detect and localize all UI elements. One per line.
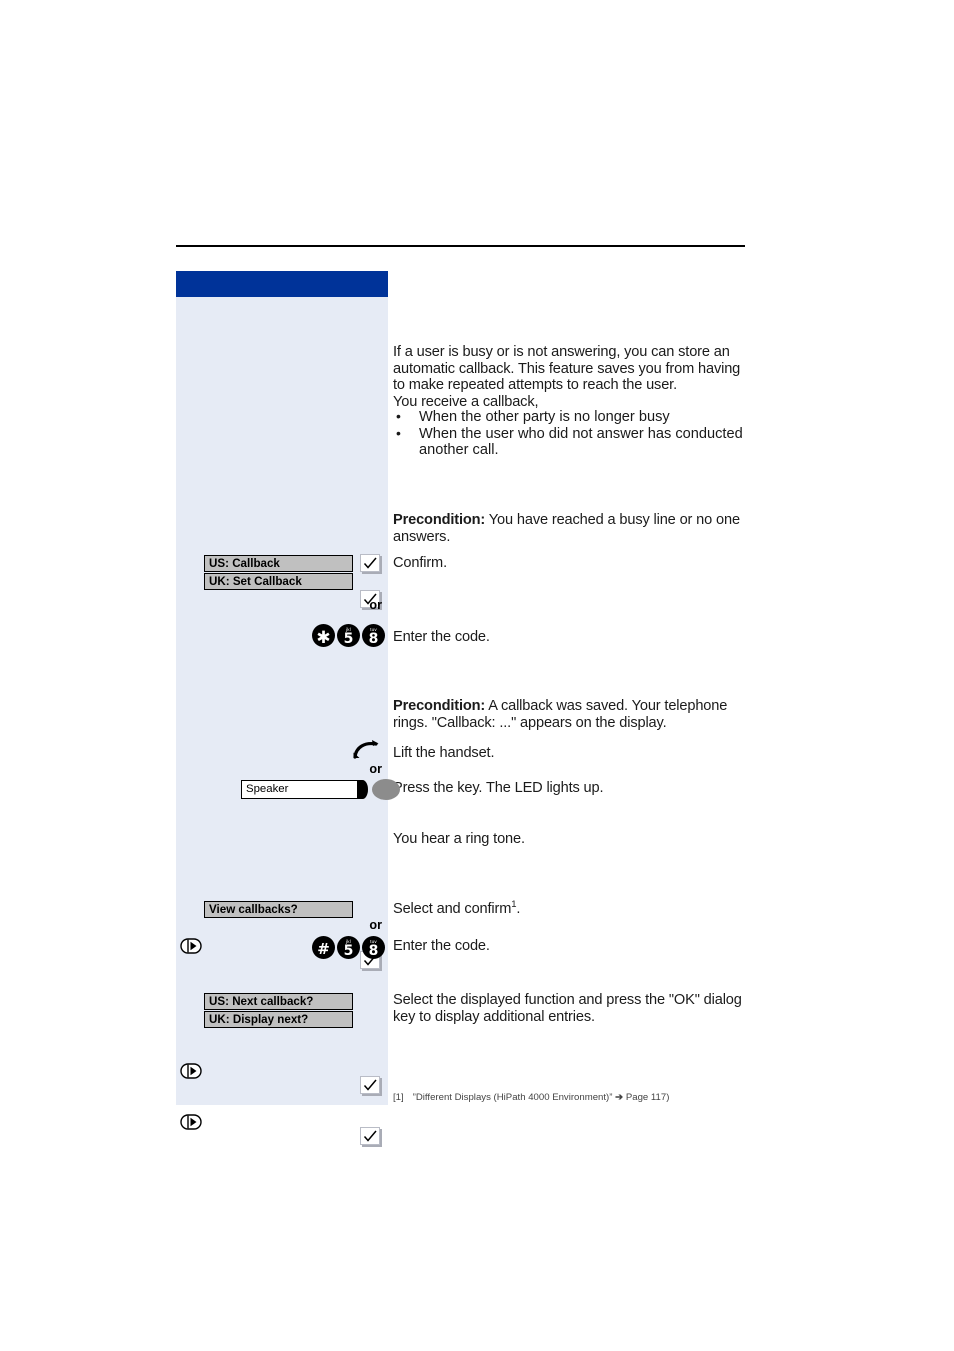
page-top-rule — [176, 245, 745, 247]
keypad-key-5[interactable]: jkl 5 — [337, 936, 360, 959]
lift-handset-instruction: Lift the handset. — [393, 745, 495, 761]
function-key-speaker[interactable]: Speaker — [241, 779, 400, 800]
display-key-label[interactable]: View callbacks? — [204, 901, 353, 918]
precondition-1-paragraph: Precondition: You have reached a busy li… — [393, 512, 753, 545]
check-icon — [363, 1130, 377, 1142]
led-indicator-icon — [357, 780, 368, 799]
select-displayed-function-instruction: Select the displayed function and press … — [393, 992, 742, 1025]
ok-dialog-key-us-callback[interactable] — [360, 554, 380, 572]
document-page: If a user is busy or is not answering, y… — [0, 0, 954, 1351]
keypad-code-hash-5-8-row[interactable]: # jkl 5 tuv 8 — [312, 936, 385, 959]
ok-dialog-key-us-next-callback[interactable] — [360, 1076, 380, 1094]
keypad-key-glyph: # — [317, 940, 330, 958]
keypad-key-glyph: ✱ — [316, 628, 331, 648]
precondition-label: Precondition: — [393, 698, 486, 714]
list-item: When the user who did not answer has con… — [393, 425, 753, 459]
intro-paragraph-block: If a user is busy or is not answering, y… — [393, 344, 753, 410]
keypad-key-glyph: 5 — [343, 631, 354, 647]
display-key-view-callbacks[interactable]: View callbacks? — [204, 901, 353, 918]
check-icon — [363, 557, 377, 569]
receive-callback-lead: You receive a callback, — [393, 393, 539, 410]
keypad-key-glyph: 8 — [368, 943, 379, 959]
confirm-instruction: Confirm. — [393, 555, 447, 571]
ok-dialog-key-uk-display-next[interactable] — [360, 1127, 380, 1145]
keypad-key-5[interactable]: jkl 5 — [337, 624, 360, 647]
enter-code-instruction-2: Enter the code. — [393, 938, 490, 954]
keypad-key-glyph: 5 — [343, 943, 354, 959]
navigation-rocker-icon[interactable] — [180, 938, 202, 954]
or-connector-2: or — [369, 762, 382, 776]
enter-code-instruction-1: Enter the code. — [393, 629, 490, 645]
intro-paragraph: If a user is busy or is not answering, y… — [393, 344, 741, 394]
display-key-uk-display-next[interactable]: UK: Display next? — [204, 1011, 353, 1028]
keypad-key-8[interactable]: tuv 8 — [362, 936, 385, 959]
arrow-icon: ➔ — [615, 1092, 624, 1103]
function-key-label[interactable]: Speaker — [241, 780, 358, 799]
or-connector-1: or — [369, 598, 382, 612]
footnote: [1] ”Different Displays (HiPath 4000 Envi… — [393, 1092, 669, 1103]
handset-lift-icon — [352, 739, 380, 764]
select-and-confirm-period: . — [516, 901, 521, 917]
display-key-label[interactable]: US: Next callback? — [204, 993, 353, 1010]
navigation-rocker-icon[interactable] — [180, 1063, 202, 1079]
footnote-page-reference[interactable]: Page 117) — [626, 1092, 670, 1103]
keypad-code-star-5-8[interactable]: ✱ jkl 5 tuv 8 — [312, 624, 385, 647]
keypad-key-hash[interactable]: # — [312, 936, 335, 959]
display-key-us-next-callback[interactable]: US: Next callback? — [204, 993, 353, 1010]
select-and-confirm-text: Select and confirm — [393, 901, 512, 917]
footnote-number: [1] — [393, 1092, 404, 1103]
precondition-label: Precondition: — [393, 512, 486, 528]
check-icon — [363, 1079, 377, 1091]
precondition-2-paragraph: Precondition: A callback was saved. Your… — [393, 698, 753, 731]
keypad-key-glyph: 8 — [368, 631, 379, 647]
ring-tone-instruction: You hear a ring tone. — [393, 831, 525, 847]
or-connector-3: or — [369, 918, 382, 932]
left-illustration-panel — [176, 271, 388, 1105]
callback-conditions-list: When the other party is no longer busy W… — [393, 408, 753, 459]
keypad-key-8[interactable]: tuv 8 — [362, 624, 385, 647]
select-and-confirm-instruction: Select and confirm1. — [393, 900, 753, 918]
display-key-label[interactable]: UK: Set Callback — [204, 573, 353, 590]
display-key-label[interactable]: US: Callback — [204, 555, 353, 572]
display-key-us-callback[interactable]: US: Callback — [204, 555, 353, 572]
navigation-rocker-icon[interactable] — [180, 1114, 202, 1130]
section-header-band — [176, 271, 388, 297]
speaker-key-button[interactable] — [372, 779, 400, 800]
footnote-text: ”Different Displays (HiPath 4000 Environ… — [412, 1092, 613, 1103]
display-key-uk-set-callback[interactable]: UK: Set Callback — [204, 573, 353, 590]
keypad-key-star[interactable]: ✱ — [312, 624, 335, 647]
list-item: When the other party is no longer busy — [393, 408, 753, 426]
display-key-label[interactable]: UK: Display next? — [204, 1011, 353, 1028]
press-key-instruction: Press the key. The LED lights up. — [393, 780, 604, 796]
